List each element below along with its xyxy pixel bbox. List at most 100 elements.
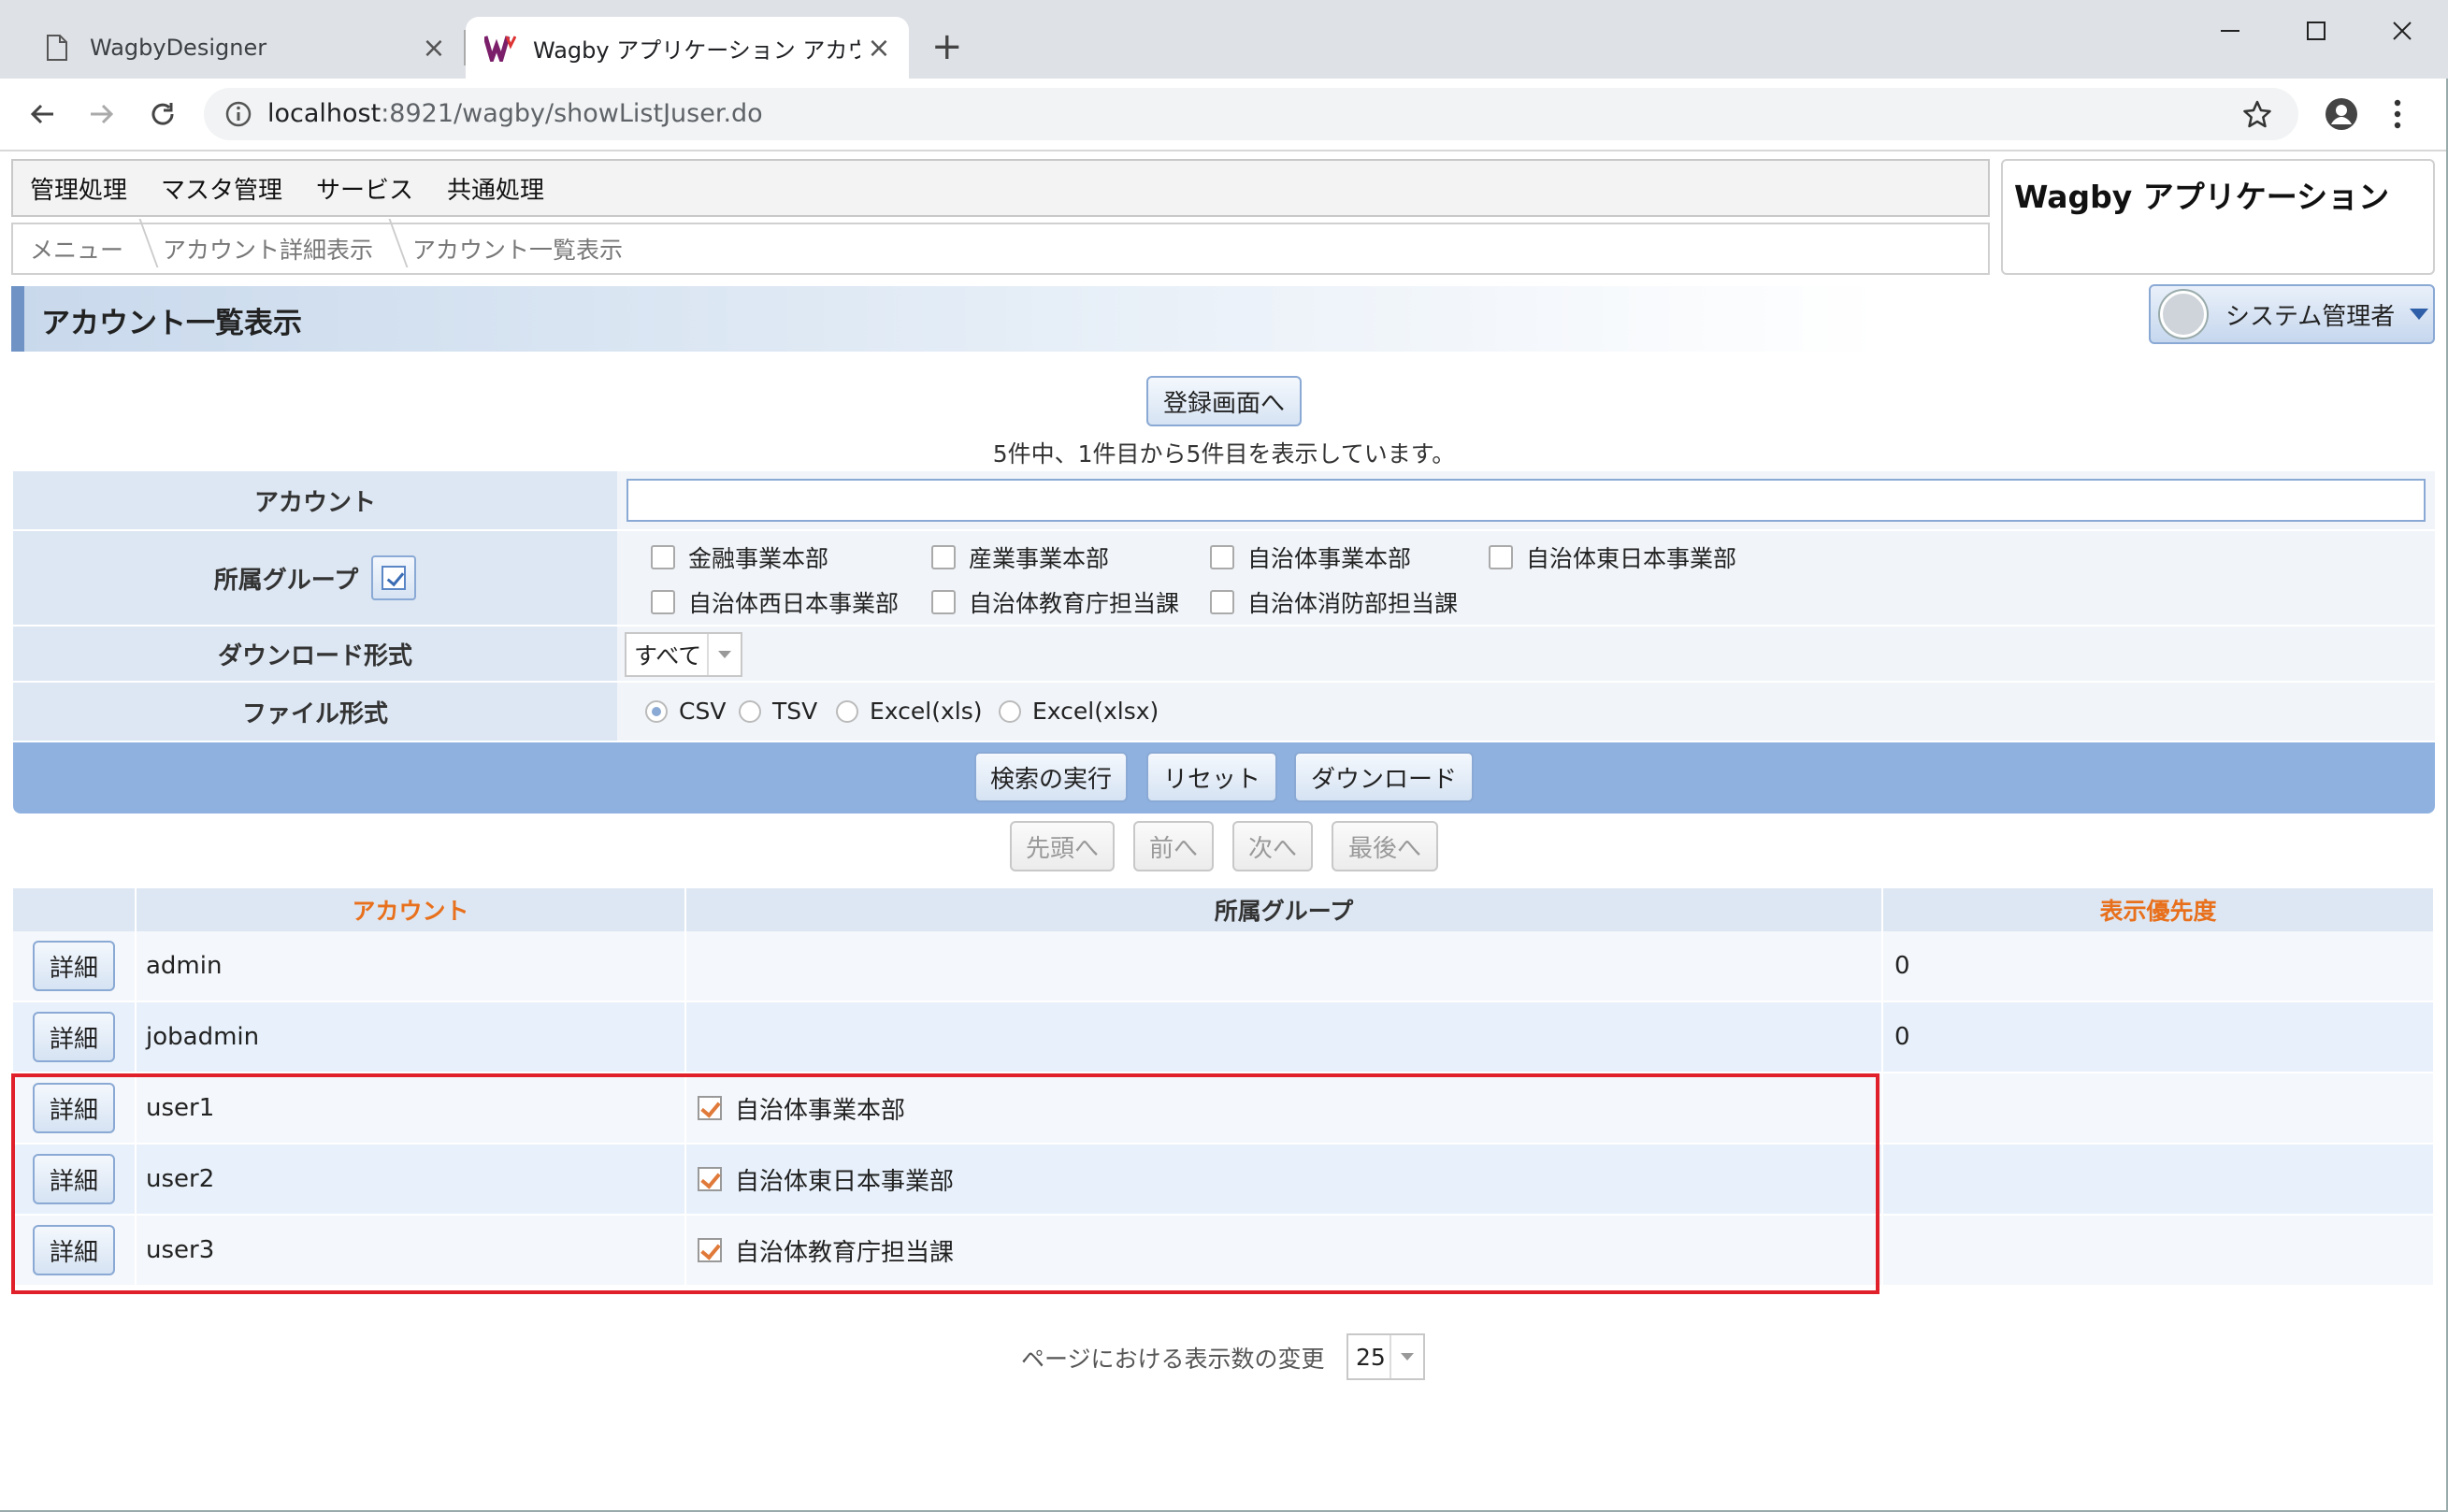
back-arrow-icon[interactable]	[21, 92, 65, 137]
app-title: Wagby アプリケーション	[2014, 179, 2390, 215]
pager-prev-button[interactable]: 前へ	[1133, 821, 1214, 871]
group-toggle-checkbox[interactable]	[371, 555, 417, 600]
pager-last-button[interactable]: 最後へ	[1332, 821, 1438, 871]
priority-cell: 0	[1883, 931, 2435, 1001]
download-format-select[interactable]: すべて	[625, 632, 742, 677]
radio-button[interactable]	[645, 699, 668, 723]
account-field-cell	[625, 471, 2435, 529]
detail-button[interactable]: 詳細	[33, 1225, 115, 1275]
address-bar[interactable]: localhost:8921/wagby/showListJuser.do	[204, 88, 2298, 140]
header-priority[interactable]: 表示優先度	[1883, 888, 2435, 931]
download-button[interactable]: ダウンロード	[1294, 752, 1474, 802]
reset-button[interactable]: リセット	[1146, 752, 1277, 802]
tab-close-icon[interactable]: ×	[860, 32, 898, 65]
checkbox[interactable]	[1210, 545, 1234, 569]
checkbox[interactable]	[931, 590, 956, 614]
group-option-municipal-east[interactable]: 自治体東日本事業部	[1489, 540, 1736, 574]
bookmark-star-icon[interactable]	[2242, 99, 2272, 133]
tab-wagby-designer[interactable]: WagbyDesigner ×	[17, 17, 464, 79]
minimize-icon[interactable]	[2188, 7, 2272, 54]
menu-item-service[interactable]: サービス	[316, 171, 413, 206]
tab-account-list[interactable]: Wagby アプリケーション アカウント一覧 ×	[466, 17, 909, 79]
account-cell: user2	[137, 1145, 686, 1214]
label-file-format: ファイル形式	[13, 683, 617, 741]
radio-tsv[interactable]: TSV	[739, 698, 817, 725]
profile-icon[interactable]	[2325, 97, 2358, 135]
group-option-finance[interactable]: 金融事業本部	[651, 540, 828, 574]
header-group: 所属グループ	[686, 888, 1883, 931]
tab-title: WagbyDesigner	[90, 35, 267, 61]
breadcrumb-menu[interactable]: メニュー	[13, 232, 146, 266]
chevron-down-icon	[1390, 1335, 1423, 1378]
checkbox[interactable]	[651, 545, 675, 569]
tab-title: Wagby アプリケーション アカウント一覧	[533, 36, 860, 64]
group-option-education[interactable]: 自治体教育庁担当課	[931, 585, 1179, 619]
radio-xlsx[interactable]: Excel(xlsx)	[999, 698, 1159, 725]
browser-menu-icon[interactable]	[2392, 97, 2403, 135]
label-download-format: ダウンロード形式	[13, 626, 617, 681]
group-options: 金融事業本部 産業事業本部 自治体事業本部 自治体東日本事業部 自治体西日本事業…	[625, 531, 2435, 625]
menu-item-admin[interactable]: 管理処理	[30, 171, 127, 206]
group-option-industry[interactable]: 産業事業本部	[931, 540, 1109, 574]
option-label: 自治体教育庁担当課	[969, 590, 1180, 617]
app-title-box: Wagby アプリケーション	[2001, 159, 2435, 275]
table-row: 詳細 user3 自治体教育庁担当課	[13, 1216, 2435, 1287]
browser-tabbar: WagbyDesigner × Wagby アプリケーション アカウント一覧 ×…	[0, 0, 2448, 79]
result-count-text: 5件中、1件目から5件目を表示しています。	[992, 440, 1456, 468]
checkbox[interactable]	[1210, 590, 1234, 614]
radio-csv[interactable]: CSV	[645, 698, 726, 725]
wagby-logo-icon	[484, 32, 516, 64]
pager-first-button[interactable]: 先頭へ	[1010, 821, 1115, 871]
checked-icon	[698, 1238, 722, 1262]
tab-close-icon[interactable]: ×	[415, 32, 453, 65]
search-row-group: 所属グループ 金融事業本部 産業事業本部 自治体事業本部 自治体東日本事業部 自…	[13, 531, 2435, 626]
radio-xls[interactable]: Excel(xls)	[836, 698, 983, 725]
radio-button[interactable]	[836, 699, 858, 723]
menu-item-master[interactable]: マスタ管理	[161, 171, 282, 206]
new-tab-icon[interactable]: +	[931, 28, 963, 65]
priority-cell	[1883, 1145, 2435, 1214]
detail-button[interactable]: 詳細	[33, 1012, 115, 1062]
forward-arrow-icon[interactable]	[79, 92, 123, 137]
detail-button[interactable]: 詳細	[33, 941, 115, 991]
download-format-cell: すべて	[625, 626, 2435, 681]
account-search-input[interactable]	[626, 479, 2426, 522]
checkbox[interactable]	[931, 545, 956, 569]
breadcrumb-account-detail[interactable]: アカウント詳細表示	[146, 232, 396, 266]
checkbox[interactable]	[1489, 545, 1513, 569]
detail-button[interactable]: 詳細	[33, 1083, 115, 1133]
radio-button[interactable]	[999, 699, 1021, 723]
option-label: 自治体東日本事業部	[1526, 545, 1737, 572]
pager-next-button[interactable]: 次へ	[1232, 821, 1313, 871]
menu-item-common[interactable]: 共通処理	[447, 171, 544, 206]
radio-button[interactable]	[739, 699, 761, 723]
checked-icon	[698, 1096, 722, 1120]
maximize-icon[interactable]	[2274, 7, 2358, 54]
detail-cell: 詳細	[13, 931, 137, 1001]
header-account[interactable]: アカウント	[137, 888, 686, 931]
search-row-account: アカウント	[13, 471, 2435, 531]
group-option-fire[interactable]: 自治体消防部担当課	[1210, 585, 1458, 619]
search-button[interactable]: 検索の実行	[974, 752, 1128, 802]
dropdown-caret-icon	[2410, 309, 2429, 320]
account-cell: user1	[137, 1073, 686, 1143]
header-action	[13, 888, 137, 931]
window-close-icon[interactable]	[2360, 7, 2444, 54]
detail-button[interactable]: 詳細	[33, 1154, 115, 1204]
group-option-municipal-west[interactable]: 自治体西日本事業部	[651, 585, 899, 619]
select-value: すべて	[634, 642, 702, 670]
group-cell: 自治体東日本事業部	[686, 1145, 1883, 1214]
option-label: Excel(xls)	[870, 698, 983, 725]
register-button[interactable]: 登録画面へ	[1146, 376, 1302, 426]
avatar	[2160, 291, 2207, 338]
page-content: 管理処理 マスタ管理 サービス 共通処理 メニュー アカウント詳細表示 アカウン…	[0, 151, 2448, 1512]
main-menu-bar: 管理処理 マスタ管理 サービス 共通処理	[11, 159, 1990, 217]
page-size-control: ページにおける表示数の変更 25	[0, 1332, 2448, 1380]
user-menu-button[interactable]: システム管理者	[2149, 284, 2435, 344]
page-size-select[interactable]: 25	[1346, 1333, 1425, 1380]
checkbox[interactable]	[651, 590, 675, 614]
option-label: 金融事業本部	[688, 545, 829, 572]
site-info-icon[interactable]	[224, 100, 252, 132]
group-option-municipal[interactable]: 自治体事業本部	[1210, 540, 1411, 574]
reload-icon[interactable]	[140, 92, 185, 137]
